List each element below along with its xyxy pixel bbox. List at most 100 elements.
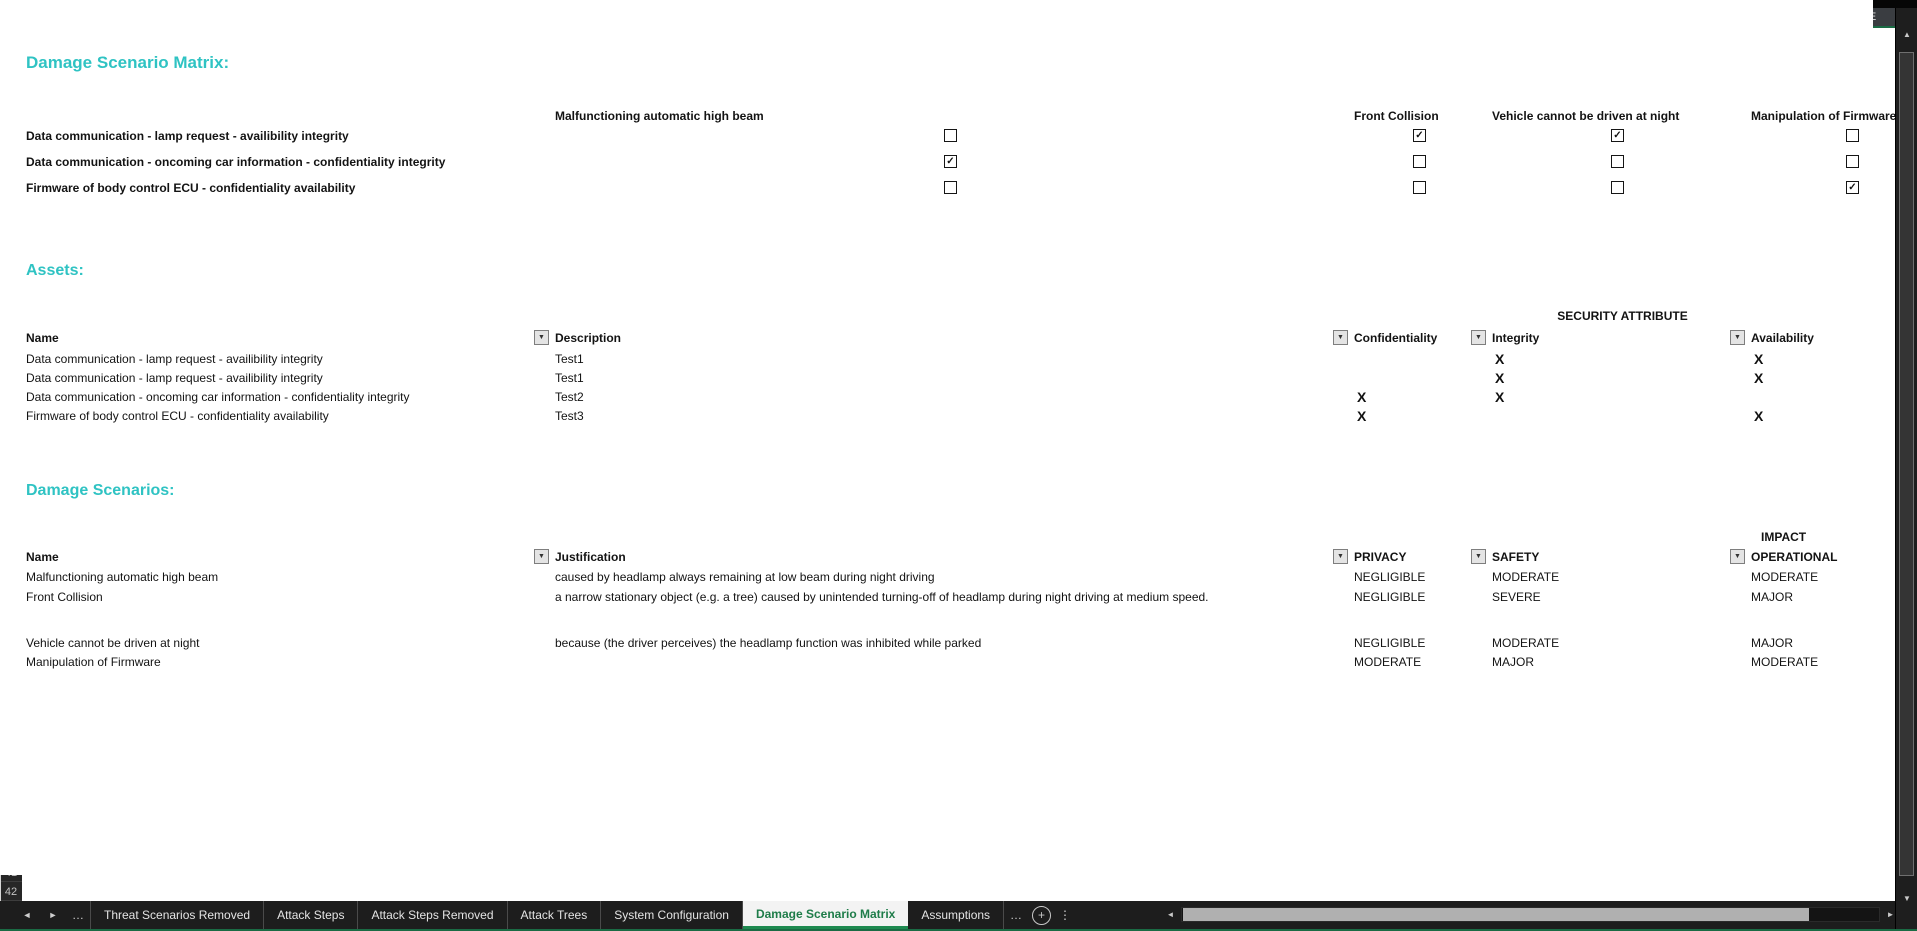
sheet-tab[interactable]: Attack Trees [508,901,602,929]
checkbox[interactable] [1846,129,1859,142]
matrix-row-header-cell[interactable]: Data communication - lamp request - avai… [26,126,547,145]
add-sheet-button[interactable]: + [1032,906,1051,925]
scenarios-column-header-cell[interactable]: OPERATIONAL [1751,547,1895,567]
checkbox[interactable] [944,181,957,194]
checkbox[interactable] [1413,181,1426,194]
vertical-scrollbar[interactable]: ▲ ▼ [1895,8,1917,931]
x-mark: X [1357,387,1366,406]
sheet-tabs: Threat Scenarios RemovedAttack StepsAtta… [90,901,1004,929]
assets-column-header-cell[interactable]: Confidentiality [1354,327,1466,349]
filter-dropdown-button[interactable]: ▼ [1730,330,1745,345]
assets-column-header-cell[interactable]: Name [26,327,531,349]
sheet-area: Damage Scenario Matrix: Assets: Damage S… [0,0,1917,931]
asset-description-cell[interactable]: Test1 [555,349,1255,368]
sheet-overflow-right-button[interactable]: … [1004,901,1028,929]
scenario-justification-cell[interactable]: because (the driver perceives) the headl… [555,633,1347,652]
filter-dropdown-button[interactable]: ▼ [534,549,549,564]
scenario-operational-cell[interactable]: MAJOR [1751,587,1895,636]
scenario-safety-cell[interactable]: MODERATE [1492,633,1743,652]
sheet-nav-right-button[interactable]: ► [40,901,66,929]
x-mark: X [1357,406,1366,425]
checkbox[interactable] [1611,181,1624,194]
asset-name-cell[interactable]: Data communication - lamp request - avai… [26,349,547,368]
matrix-row-header-cell[interactable]: Data communication - oncoming car inform… [26,145,547,178]
sheet-tab[interactable]: Threat Scenarios Removed [90,901,264,929]
scenarios-column-header-cell[interactable]: PRIVACY [1354,547,1484,567]
scenarios-section-title[interactable]: Damage Scenarios: [26,482,175,500]
sheet-tab[interactable]: Attack Steps Removed [358,901,507,929]
scenario-operational-cell[interactable]: MODERATE [1751,652,1895,671]
scenarios-column-header-cell[interactable]: Name [26,547,531,567]
asset-name-cell[interactable]: Firmware of body control ECU - confident… [26,406,547,425]
x-mark: X [1754,349,1763,368]
checkbox-checked[interactable]: ✓ [1846,181,1859,194]
filter-dropdown-button[interactable]: ▼ [1333,549,1348,564]
vscroll-up-arrow[interactable]: ▲ [1896,26,1917,42]
filter-dropdown-button[interactable]: ▼ [1333,330,1348,345]
scenario-privacy-cell[interactable]: MODERATE [1354,652,1484,671]
assets-column-header-cell[interactable]: Integrity [1492,327,1724,349]
filter-dropdown-button[interactable]: ▼ [534,330,549,345]
x-mark: X [1495,387,1504,406]
scenario-safety-cell[interactable]: MODERATE [1492,567,1743,587]
asset-name-cell[interactable]: Data communication - lamp request - avai… [26,368,547,387]
matrix-column-header-cell[interactable]: Vehicle cannot be driven at night [1492,106,1743,126]
checkbox-checked[interactable]: ✓ [1611,129,1624,142]
checkbox[interactable] [1611,155,1624,168]
filter-dropdown-button[interactable]: ▼ [1471,549,1486,564]
scenario-privacy-cell[interactable]: NEGLIGIBLE [1354,633,1484,652]
assets-group-header: SECURITY ATTRIBUTE [1350,305,1895,327]
plus-icon: + [1038,909,1045,921]
scenario-name-cell[interactable]: Manipulation of Firmware [26,652,547,671]
scenarios-column-header-cell[interactable]: SAFETY [1492,547,1724,567]
checkbox[interactable] [1413,155,1426,168]
filter-dropdown-button[interactable]: ▼ [1471,330,1486,345]
sheet-tab-active[interactable]: Damage Scenario Matrix [743,901,908,929]
scenario-justification-cell[interactable] [555,652,1347,671]
scenario-privacy-cell[interactable]: NEGLIGIBLE [1354,567,1484,587]
checkbox-checked[interactable]: ✓ [944,155,957,168]
excel-window: ABCDE 1234567891011121314151617181920212… [0,0,1917,931]
assets-section-title[interactable]: Assets: [26,262,84,280]
x-mark: X [1495,368,1504,387]
scenario-operational-cell[interactable]: MODERATE [1751,567,1895,587]
matrix-column-header-cell[interactable]: Front Collision [1354,106,1484,126]
filter-dropdown-button[interactable]: ▼ [1730,549,1745,564]
sheet-tab[interactable]: System Configuration [601,901,743,929]
x-mark: X [1754,406,1763,425]
scenario-operational-cell[interactable]: MAJOR [1751,633,1895,652]
scenario-privacy-cell[interactable]: NEGLIGIBLE [1354,587,1484,636]
asset-description-cell[interactable]: Test3 [555,406,1255,425]
matrix-section-title[interactable]: Damage Scenario Matrix: [26,53,229,73]
scenario-safety-cell[interactable]: MAJOR [1492,652,1743,671]
sheet-tab[interactable]: Attack Steps [264,901,358,929]
matrix-column-header-cell[interactable]: Manipulation of Firmware [1751,106,1895,126]
scenarios-impact-header: IMPACT [1761,526,1895,547]
scenario-justification-cell[interactable]: caused by headlamp always remaining at l… [555,567,1347,587]
asset-name-cell[interactable]: Data communication - oncoming car inform… [26,387,547,406]
checkbox[interactable] [1846,155,1859,168]
assets-column-header-cell[interactable]: Availability [1751,327,1895,349]
vertical-scrollbar-thumb[interactable] [1899,52,1914,876]
x-mark: X [1495,349,1504,368]
asset-description-cell[interactable]: Test2 [555,387,1255,406]
sheet-overflow-left-button[interactable]: … [66,901,90,929]
hscroll-left-arrow[interactable]: ◄ [1162,905,1179,923]
checkbox[interactable] [944,129,957,142]
scenario-safety-cell[interactable]: SEVERE [1492,587,1743,636]
sheet-options-button[interactable]: ⋮ [1055,901,1075,929]
horizontal-scrollbar-thumb[interactable] [1183,908,1809,921]
checkbox-checked[interactable]: ✓ [1413,129,1426,142]
sheet-nav-left-button[interactable]: ◄ [14,901,40,929]
vscroll-down-arrow[interactable]: ▼ [1896,890,1917,906]
asset-description-cell[interactable]: Test1 [555,368,1255,387]
scenario-name-cell[interactable]: Front Collision [26,587,547,636]
matrix-row-header-cell[interactable]: Firmware of body control ECU - confident… [26,178,547,197]
scenario-justification-cell[interactable]: a narrow stationary object (e.g. a tree)… [555,587,1300,636]
scenarios-column-header-cell[interactable]: Justification [555,547,1315,567]
scenario-name-cell[interactable]: Vehicle cannot be driven at night [26,633,547,652]
assets-column-header-cell[interactable]: Description [555,327,1315,349]
scenario-name-cell[interactable]: Malfunctioning automatic high beam [26,567,547,587]
matrix-column-header-cell[interactable]: Malfunctioning automatic high beam [555,106,1346,126]
sheet-tab[interactable]: Assumptions [908,901,1004,929]
